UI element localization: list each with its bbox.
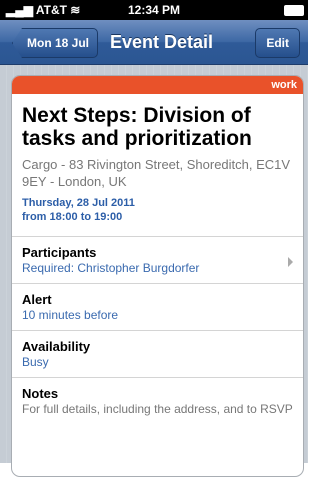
status-bar: ▂▄▆ AT&T ≋ 12:34 PM (0, 0, 308, 20)
clock: 12:34 PM (127, 3, 181, 17)
alert-value: 10 minutes before (22, 308, 119, 322)
participants-value: Required: Christopher Burgdorfer (22, 261, 200, 275)
page-title: Event Detail (110, 32, 214, 52)
calendar-tag: work (12, 76, 303, 94)
back-button[interactable]: Mon 18 Jul (12, 28, 99, 58)
battery-icon (284, 5, 304, 16)
chevron-right-icon (288, 257, 293, 267)
event-date-day: Thursday, 28 Jul 2011 (22, 197, 135, 209)
notes-value: For full details, including the address,… (22, 402, 293, 416)
edit-button[interactable]: Edit (255, 28, 300, 58)
participants-row[interactable]: Participants Required: Christopher Burgd… (12, 236, 303, 283)
availability-value: Busy (22, 355, 49, 369)
content-area[interactable]: work Next Steps: Division of tasks and p… (0, 65, 308, 477)
event-date: Thursday, 28 Jul 2011 from 18:00 to 19:0… (22, 196, 293, 224)
event-location: Cargo - 83 Rivington Street, Shoreditch,… (22, 157, 291, 189)
availability-row[interactable]: Availability Busy (12, 330, 303, 377)
alert-row[interactable]: Alert 10 minutes before (12, 283, 303, 330)
event-card: work Next Steps: Division of tasks and p… (11, 75, 304, 477)
event-date-time: from 18:00 to 19:00 (22, 211, 123, 223)
availability-label: Availability (22, 339, 91, 354)
participants-label: Participants (22, 245, 97, 260)
event-title: Next Steps: Division of tasks and priori… (22, 104, 252, 150)
alert-label: Alert (22, 292, 52, 307)
notes-label: Notes (22, 386, 59, 401)
notes-row[interactable]: Notes For full details, including the ad… (12, 377, 303, 424)
navigation-bar: Mon 18 Jul Event Detail Edit (0, 20, 308, 65)
